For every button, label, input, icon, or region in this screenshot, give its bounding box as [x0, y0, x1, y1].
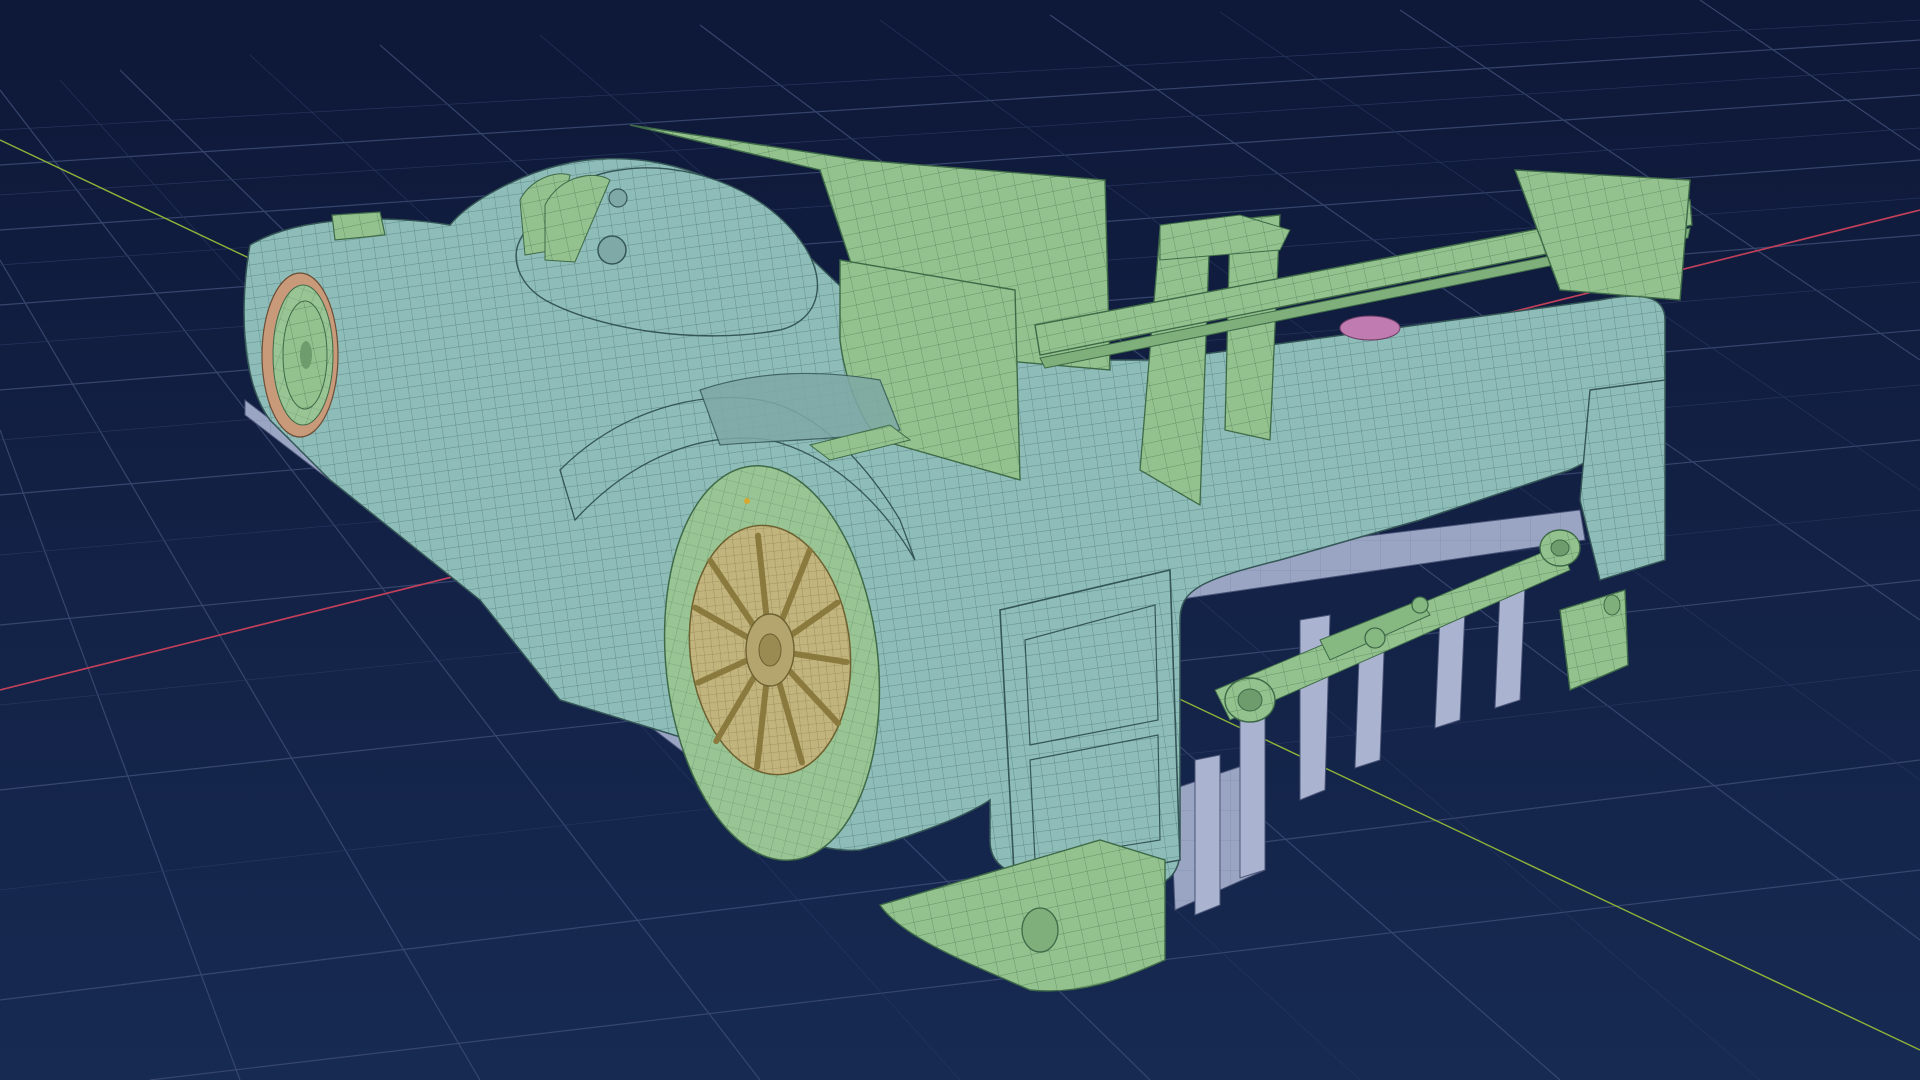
rear-tow-eye-left	[1021, 907, 1059, 953]
rear-deck-vent	[1339, 315, 1401, 341]
rear-haunch-right[interactable]	[1579, 379, 1666, 581]
air-intake-port-small	[608, 188, 628, 208]
rear-tow-eye-right	[1603, 594, 1621, 616]
scene-canvas[interactable]	[0, 0, 1920, 1080]
rear-hub-nut	[758, 633, 782, 667]
side-mirror[interactable]	[331, 211, 386, 241]
3d-viewport[interactable]	[0, 0, 1920, 1080]
front-left-wheel[interactable]	[261, 272, 339, 438]
valve-stem	[744, 498, 750, 504]
air-intake-port	[597, 235, 627, 265]
